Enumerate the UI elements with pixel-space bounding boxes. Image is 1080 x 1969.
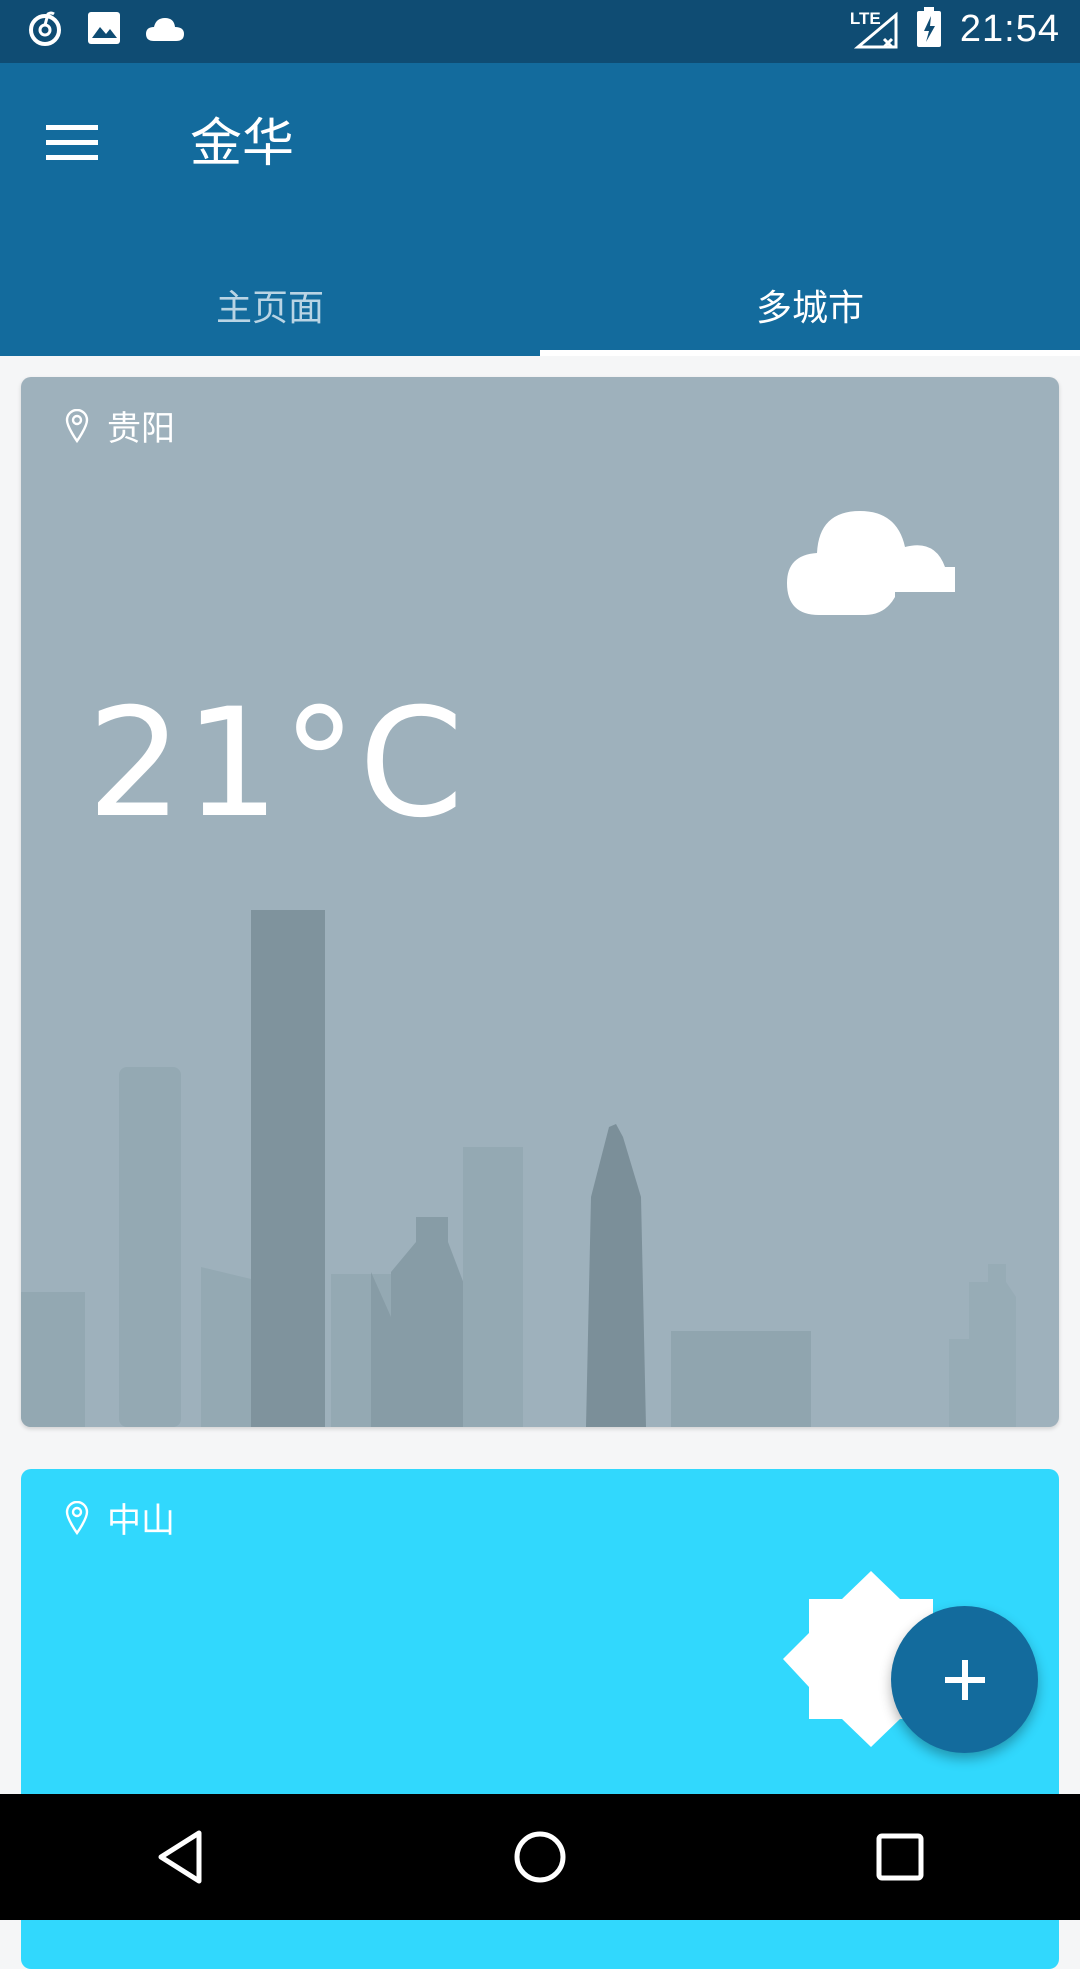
- back-icon: [158, 1830, 202, 1884]
- cloud-icon: [787, 511, 955, 615]
- city-label-row: 中山: [65, 1493, 175, 1542]
- tab-multi-city[interactable]: 多城市: [540, 253, 1080, 356]
- home-button[interactable]: [480, 1807, 600, 1907]
- status-time: 21:54: [959, 7, 1060, 50]
- city-name: 贵阳: [107, 409, 175, 449]
- tab-home[interactable]: 主页面: [0, 253, 540, 356]
- status-bar: LTE 21:54: [0, 0, 1080, 63]
- city-skyline-illustration: [21, 910, 1016, 1427]
- city-label-row: 贵阳: [65, 401, 175, 450]
- plus-icon: [944, 1659, 985, 1700]
- cloud-icon: [144, 13, 186, 47]
- city-name: 中山: [107, 1501, 175, 1541]
- system-nav-bar: [0, 1794, 1080, 1920]
- temperature: 21°C: [87, 677, 466, 851]
- tab-bar: 主页面 多城市: [0, 253, 1080, 356]
- image-icon: [86, 10, 122, 50]
- battery-charging-icon: [916, 6, 942, 52]
- page-title: 金华: [190, 114, 295, 174]
- hamburger-menu-icon: [46, 125, 98, 160]
- back-button[interactable]: [120, 1807, 240, 1907]
- location-pin-icon: [65, 1500, 89, 1535]
- recents-icon: [876, 1833, 924, 1881]
- add-city-button[interactable]: [891, 1606, 1038, 1753]
- tab-indicator: [540, 350, 1080, 356]
- netease-music-icon: [26, 8, 64, 52]
- recents-button[interactable]: [840, 1807, 960, 1907]
- app-bar: 金华 主页面 多城市: [0, 63, 1080, 356]
- city-weather-card[interactable]: 贵阳 21°C: [21, 377, 1059, 1427]
- home-icon: [514, 1831, 566, 1883]
- menu-button[interactable]: [34, 105, 110, 181]
- location-pin-icon: [65, 408, 89, 443]
- signal-icon: LTE: [850, 7, 898, 51]
